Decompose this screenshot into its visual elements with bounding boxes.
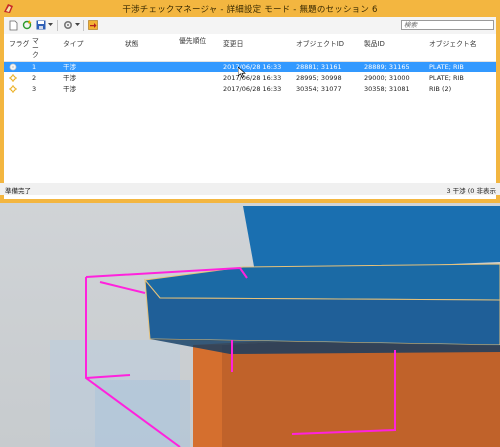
row-product-id: 29000; 31000 <box>364 74 410 82</box>
new-button[interactable] <box>8 19 19 31</box>
table-row[interactable]: 3 干渉 2017/06/28 16:33 30354; 31077 30358… <box>4 84 496 94</box>
interference-list: フラグ マーク タイプ 状態 優先順位 変更日 オブジェクトID 製品ID オブ… <box>4 34 496 199</box>
interference-count: 3 干渉 (0 非表示 <box>446 187 496 195</box>
column-header-product-id[interactable]: 製品ID <box>364 41 385 48</box>
column-header-type[interactable]: タイプ <box>63 41 83 48</box>
column-header-status[interactable]: 状態 <box>125 41 139 48</box>
title-bar[interactable]: 干渉チェックマネージャ - 詳細設定 モード - 無題のセッション 6 <box>0 0 500 17</box>
status-bar: 準備完了 3 干渉 (0 非表示 <box>0 183 500 195</box>
save-dropdown[interactable] <box>47 19 53 31</box>
interference-check-manager-window: 干渉チェックマネージャ - 詳細設定 モード - 無題のセッション 6 フラグ <box>0 0 500 203</box>
row-type: 干渉 <box>63 63 76 71</box>
settings-icon <box>63 20 72 30</box>
row-modified-date: 2017/06/28 16:33 <box>223 85 282 93</box>
row-product-id: 28889; 31165 <box>364 63 410 71</box>
column-header-mark[interactable]: マーク <box>32 38 41 59</box>
save-icon <box>36 20 45 30</box>
row-mark: 2 <box>32 74 37 82</box>
mouse-cursor-icon <box>238 67 246 78</box>
row-type: 干渉 <box>63 85 76 93</box>
refresh-button[interactable] <box>21 19 32 31</box>
column-header-flag[interactable]: フラグ <box>9 41 29 48</box>
column-header-object-name[interactable]: オブジェクト名 <box>429 41 477 48</box>
save-button[interactable] <box>35 19 46 31</box>
row-modified-date: 2017/06/28 16:33 <box>223 63 282 71</box>
chevron-down-icon <box>47 23 53 26</box>
column-header-object-id[interactable]: オブジェクトID <box>296 41 344 48</box>
toolbar-separator <box>57 20 58 31</box>
search-input[interactable] <box>401 20 494 30</box>
chevron-down-icon <box>74 23 80 26</box>
export-icon <box>87 20 98 30</box>
flag-icon <box>9 74 17 82</box>
flag-icon <box>9 63 17 71</box>
table-row[interactable]: 1 干渉 2017/06/28 16:33 28881; 31161 28889… <box>4 62 496 72</box>
row-object-id: 30354; 31077 <box>296 85 342 93</box>
column-header-modified-date[interactable]: 変更日 <box>223 41 243 48</box>
row-type: 干渉 <box>63 74 76 82</box>
window-title: 干渉チェックマネージャ - 詳細設定 モード - 無題のセッション 6 <box>122 5 378 15</box>
row-object-name: PLATE; RIB <box>429 74 464 82</box>
row-object-id: 28881; 31161 <box>296 63 342 71</box>
column-header-row: フラグ マーク タイプ 状態 優先順位 変更日 オブジェクトID 製品ID オブ… <box>4 34 496 62</box>
toolbar-separator <box>83 20 84 31</box>
rib-side <box>193 345 222 447</box>
row-mark: 3 <box>32 85 37 93</box>
table-row[interactable]: 2 干渉 2017/06/28 16:33 28995; 30998 29000… <box>4 73 496 83</box>
plate-back <box>243 206 500 272</box>
ghost-box <box>95 380 190 447</box>
settings-button[interactable] <box>62 19 73 31</box>
row-object-name: PLATE; RIB <box>429 63 464 71</box>
row-object-name: RIB (2) <box>429 85 452 93</box>
status-text: 準備完了 <box>5 187 31 195</box>
new-icon <box>9 20 18 30</box>
toolbar <box>4 17 496 34</box>
settings-dropdown[interactable] <box>74 19 80 31</box>
column-header-priority[interactable]: 優先順位 <box>179 38 207 45</box>
row-modified-date: 2017/06/28 16:33 <box>223 74 282 82</box>
row-object-id: 28995; 30998 <box>296 74 342 82</box>
row-mark: 1 <box>32 63 37 71</box>
export-button[interactable] <box>87 19 98 31</box>
row-product-id: 30358; 31081 <box>364 85 410 93</box>
refresh-icon <box>22 20 31 30</box>
flag-icon <box>9 85 17 93</box>
